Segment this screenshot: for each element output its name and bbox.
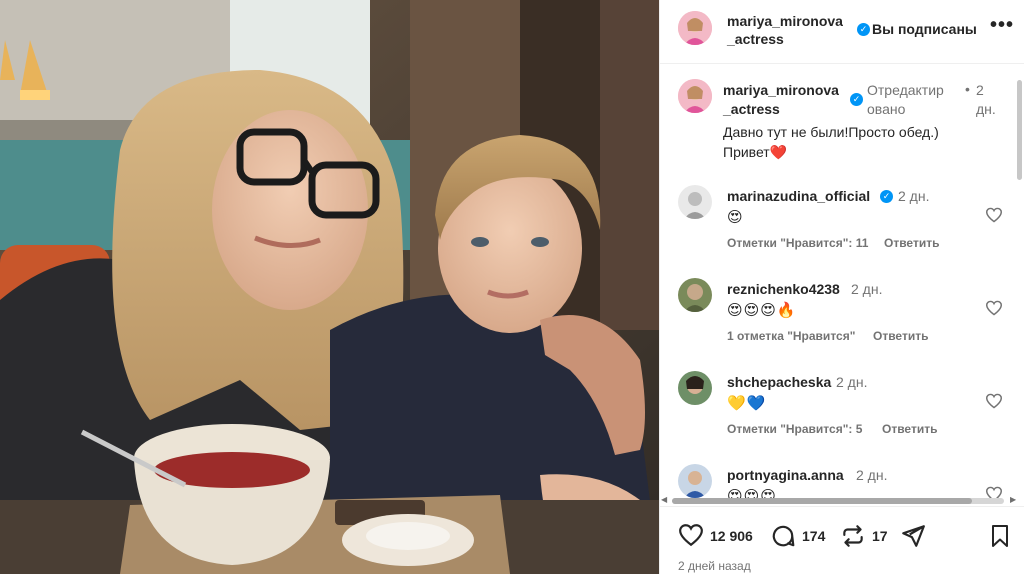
comment-time[interactable]: 2 дн. bbox=[898, 188, 929, 204]
author-username[interactable]: mariya_mironova _actress bbox=[727, 12, 847, 48]
comment-time[interactable]: 2 дн. bbox=[836, 374, 867, 390]
following-status[interactable]: Вы подписаны bbox=[872, 21, 977, 37]
comment-text: 😍😍😍🔥 bbox=[727, 302, 797, 319]
post-sidebar: mariya_mironova _actress ✓ Вы подписаны … bbox=[659, 0, 1024, 574]
heart-icon[interactable] bbox=[985, 207, 1003, 223]
comment-likes[interactable]: Отметки "Нравится": 5 bbox=[727, 422, 862, 436]
comments-list[interactable]: mariya_mironova _actress ✓ Отредактир ов… bbox=[660, 65, 1012, 505]
post-actions: 12 906 174 17 2 дней назад bbox=[660, 506, 1024, 574]
verified-icon: ✓ bbox=[880, 190, 893, 203]
comment-username[interactable]: portnyagina.anna bbox=[727, 467, 844, 483]
horizontal-scrollbar[interactable] bbox=[672, 498, 1004, 504]
reply-button[interactable]: Ответить bbox=[882, 422, 937, 436]
caption-username[interactable]: mariya_mironova _actress bbox=[723, 81, 843, 119]
comment-username[interactable]: marinazudina_official bbox=[727, 188, 870, 204]
verified-icon: ✓ bbox=[857, 23, 870, 36]
reply-button[interactable]: Ответить bbox=[884, 236, 939, 250]
commenter-avatar[interactable] bbox=[678, 278, 712, 312]
comment-icon[interactable] bbox=[770, 523, 796, 549]
commenter-avatar[interactable] bbox=[678, 371, 712, 405]
scrollbar-thumb[interactable] bbox=[672, 498, 972, 504]
vertical-scrollbar[interactable] bbox=[1017, 80, 1022, 180]
comment-likes[interactable]: 1 отметка "Нравится" bbox=[727, 329, 855, 343]
comment-time[interactable]: 2 дн. bbox=[856, 467, 887, 483]
comment-text: 😍 bbox=[727, 209, 744, 226]
commenter-avatar[interactable] bbox=[678, 185, 712, 219]
post-date[interactable]: 2 дней назад bbox=[678, 559, 751, 573]
heart-icon[interactable] bbox=[985, 393, 1003, 409]
bookmark-icon[interactable] bbox=[988, 523, 1012, 549]
scroll-right-arrow[interactable]: ▶ bbox=[1010, 495, 1016, 504]
repost-icon[interactable] bbox=[840, 523, 866, 549]
post-header: mariya_mironova _actress ✓ Вы подписаны … bbox=[660, 0, 1024, 64]
separator-dot: • bbox=[965, 81, 970, 97]
author-avatar[interactable] bbox=[678, 11, 712, 45]
scroll-left-arrow[interactable]: ◀ bbox=[661, 495, 667, 504]
more-icon[interactable]: ••• bbox=[990, 14, 1014, 37]
share-icon[interactable] bbox=[900, 523, 926, 549]
comment-item: shchepacheska 2 дн. 💛💙 Отметки "Нравится… bbox=[660, 371, 1012, 461]
comment-item: marinazudina_official ✓ 2 дн. 😍 Отметки … bbox=[660, 185, 1012, 275]
comment-text: 💛💙 bbox=[727, 395, 767, 412]
likes-count[interactable]: 12 906 bbox=[710, 528, 753, 544]
commenter-avatar[interactable] bbox=[678, 464, 712, 498]
post-photo bbox=[0, 0, 659, 574]
caption-avatar[interactable] bbox=[678, 79, 712, 113]
heart-icon[interactable] bbox=[678, 523, 704, 547]
comment-username[interactable]: shchepacheska bbox=[727, 374, 831, 390]
comment-item: reznichenko4238 2 дн. 😍😍😍🔥 1 отметка "Нр… bbox=[660, 278, 1012, 368]
caption-time[interactable]: 2 дн. bbox=[976, 81, 1006, 119]
heart-icon[interactable] bbox=[985, 300, 1003, 316]
edited-label: Отредактир овано bbox=[867, 82, 944, 117]
comment-likes[interactable]: Отметки "Нравится": 11 bbox=[727, 236, 868, 250]
verified-icon: ✓ bbox=[850, 93, 863, 106]
comment-username[interactable]: reznichenko4238 bbox=[727, 281, 840, 297]
comment-time[interactable]: 2 дн. bbox=[851, 281, 882, 297]
caption-text: Давно тут не были!Просто обед.) Привет❤️ bbox=[723, 124, 939, 160]
comments-count[interactable]: 174 bbox=[802, 528, 825, 544]
reposts-count[interactable]: 17 bbox=[872, 528, 888, 544]
reply-button[interactable]: Ответить bbox=[873, 329, 928, 343]
